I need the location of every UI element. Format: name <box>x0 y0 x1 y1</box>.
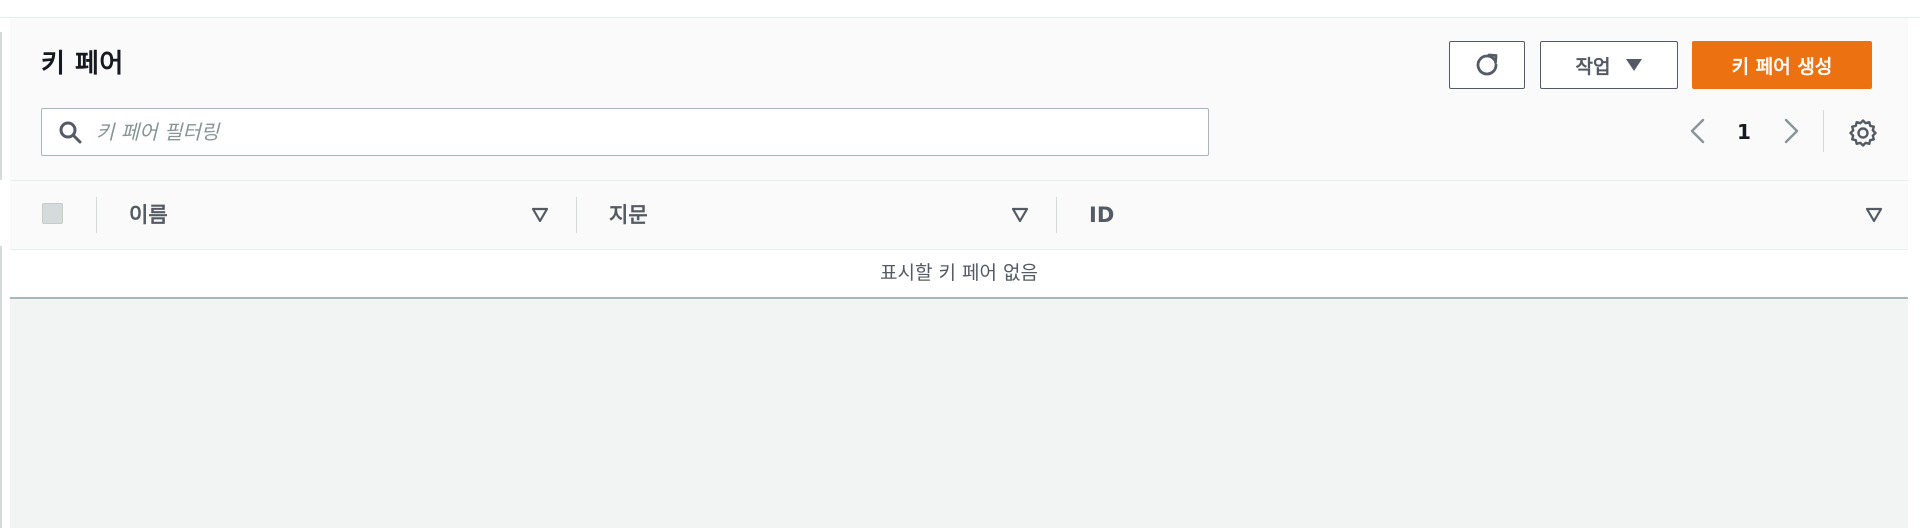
chevron-left-icon[interactable] <box>1683 116 1713 146</box>
empty-table-row: 표시할 키 페어 없음 <box>10 250 1908 299</box>
sort-triangle-icon[interactable] <box>1865 207 1883 223</box>
refresh-button[interactable] <box>1449 41 1525 89</box>
empty-state-message: 표시할 키 페어 없음 <box>880 262 1038 284</box>
create-key-pair-button[interactable]: 키 페어 생성 <box>1692 41 1872 89</box>
column-header-fingerprint[interactable]: 지문 <box>609 199 648 231</box>
page: 키 페어 작업 키 페어 생성 키 페어 필터링 1 이름 지문 ID 표시할 … <box>0 0 1920 528</box>
table-header: 이름 지문 ID <box>10 181 1908 250</box>
panel-header: 키 페어 작업 키 페어 생성 키 페어 필터링 1 <box>10 18 1908 181</box>
column-divider <box>576 197 577 233</box>
chevron-right-icon[interactable] <box>1776 116 1806 146</box>
gear-icon[interactable] <box>1848 118 1878 148</box>
caret-down-icon <box>1626 59 1643 71</box>
left-border <box>0 32 2 180</box>
sort-triangle-icon[interactable] <box>531 207 549 223</box>
sort-triangle-icon[interactable] <box>1011 207 1029 223</box>
column-header-id[interactable]: ID <box>1089 199 1114 231</box>
left-border <box>0 246 2 528</box>
column-header-name[interactable]: 이름 <box>129 199 168 231</box>
column-divider <box>1056 197 1057 233</box>
search-input[interactable] <box>96 109 1196 155</box>
current-page-number[interactable]: 1 <box>1732 117 1756 147</box>
create-key-pair-label: 키 페어 생성 <box>1731 55 1833 78</box>
search-field[interactable] <box>41 108 1209 156</box>
select-all-checkbox[interactable] <box>42 203 63 224</box>
search-icon <box>59 121 82 144</box>
actions-label: 작업 <box>1575 55 1611 78</box>
actions-dropdown-button[interactable]: 작업 <box>1540 41 1678 89</box>
column-divider <box>96 197 97 233</box>
refresh-icon <box>1476 53 1498 76</box>
page-title: 키 페어 <box>41 49 124 79</box>
key-pairs-panel: 키 페어 작업 키 페어 생성 키 페어 필터링 1 이름 지문 ID 표시할 … <box>10 18 1908 528</box>
pager-divider <box>1823 110 1824 152</box>
